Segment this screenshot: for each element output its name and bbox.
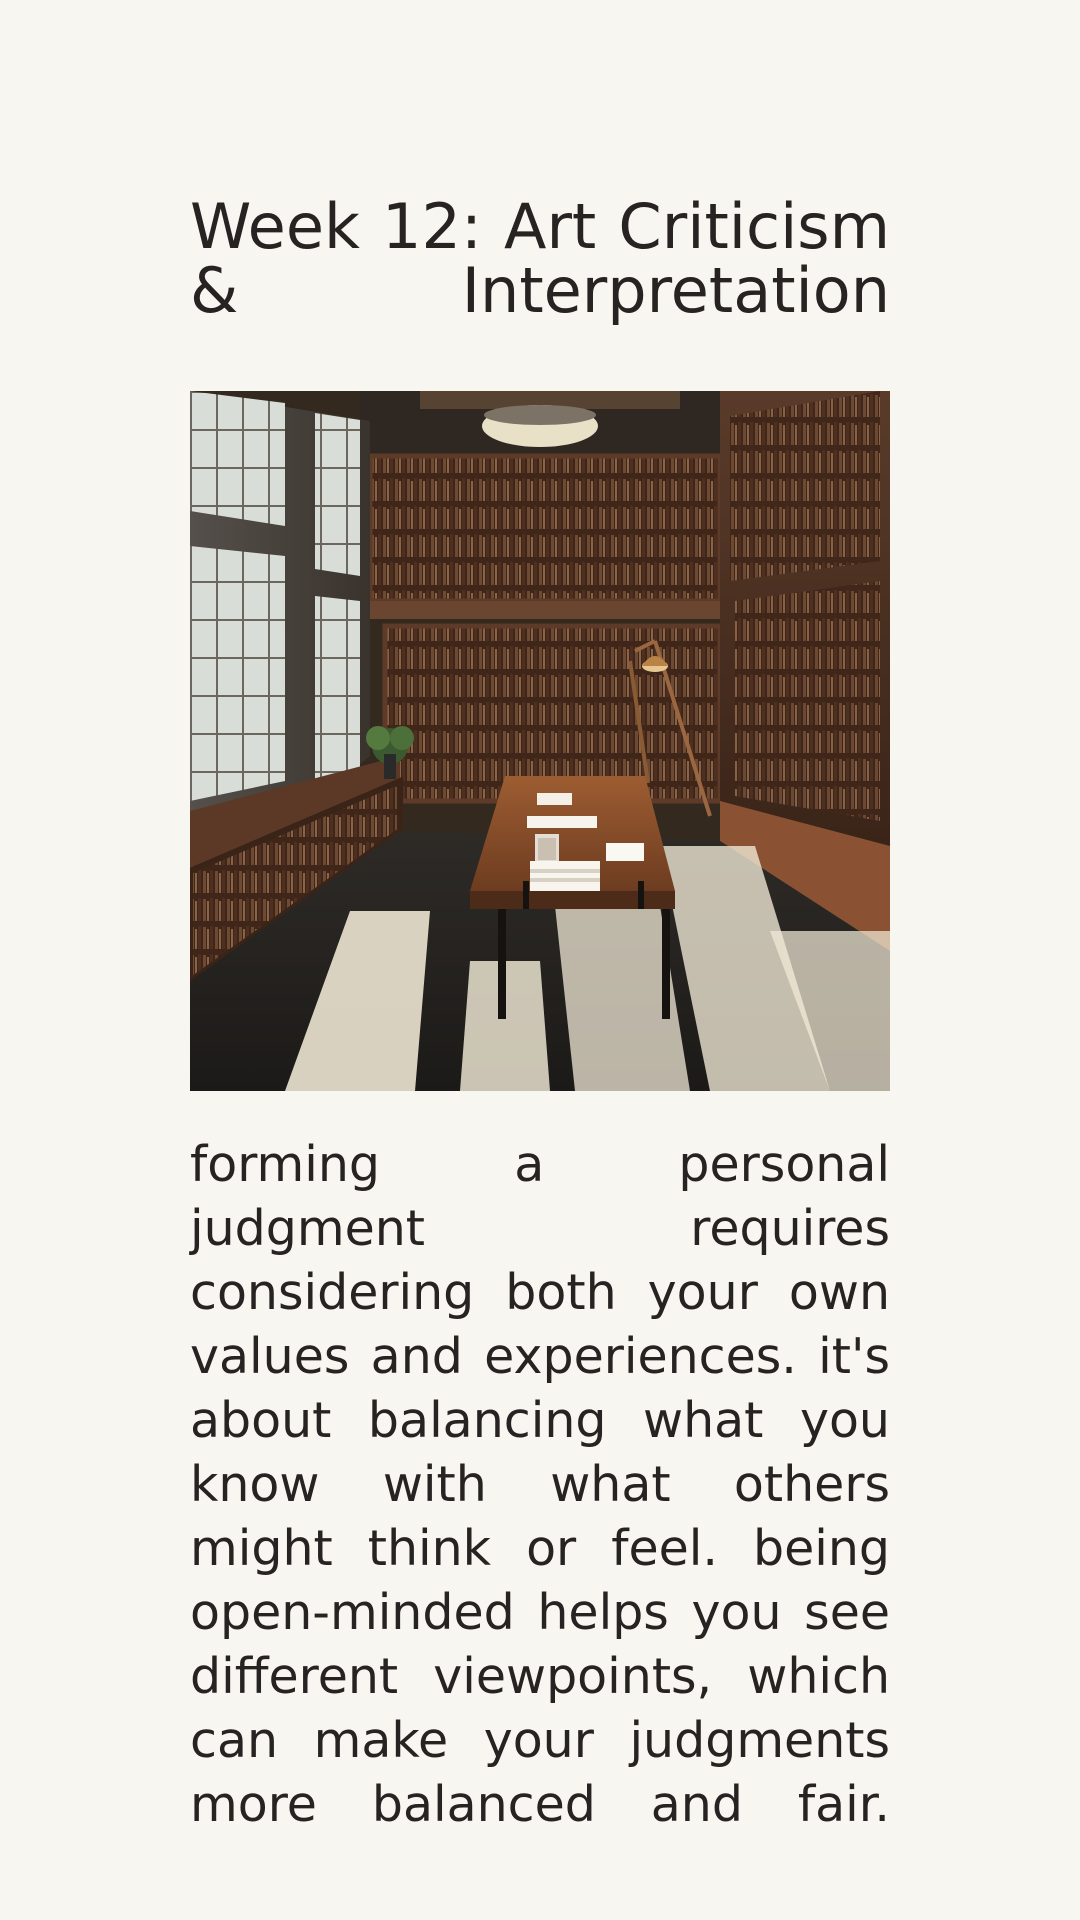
page-title: Week 12: Art Criticism & Interpretation <box>190 190 890 327</box>
slide-content: Week 12: Art Criticism & Interpretation <box>190 195 890 1886</box>
photo-icon <box>190 391 890 1091</box>
body-paragraph: forming a personal judgment requires con… <box>190 1136 890 1833</box>
library-reading-room-photo <box>190 391 890 1091</box>
